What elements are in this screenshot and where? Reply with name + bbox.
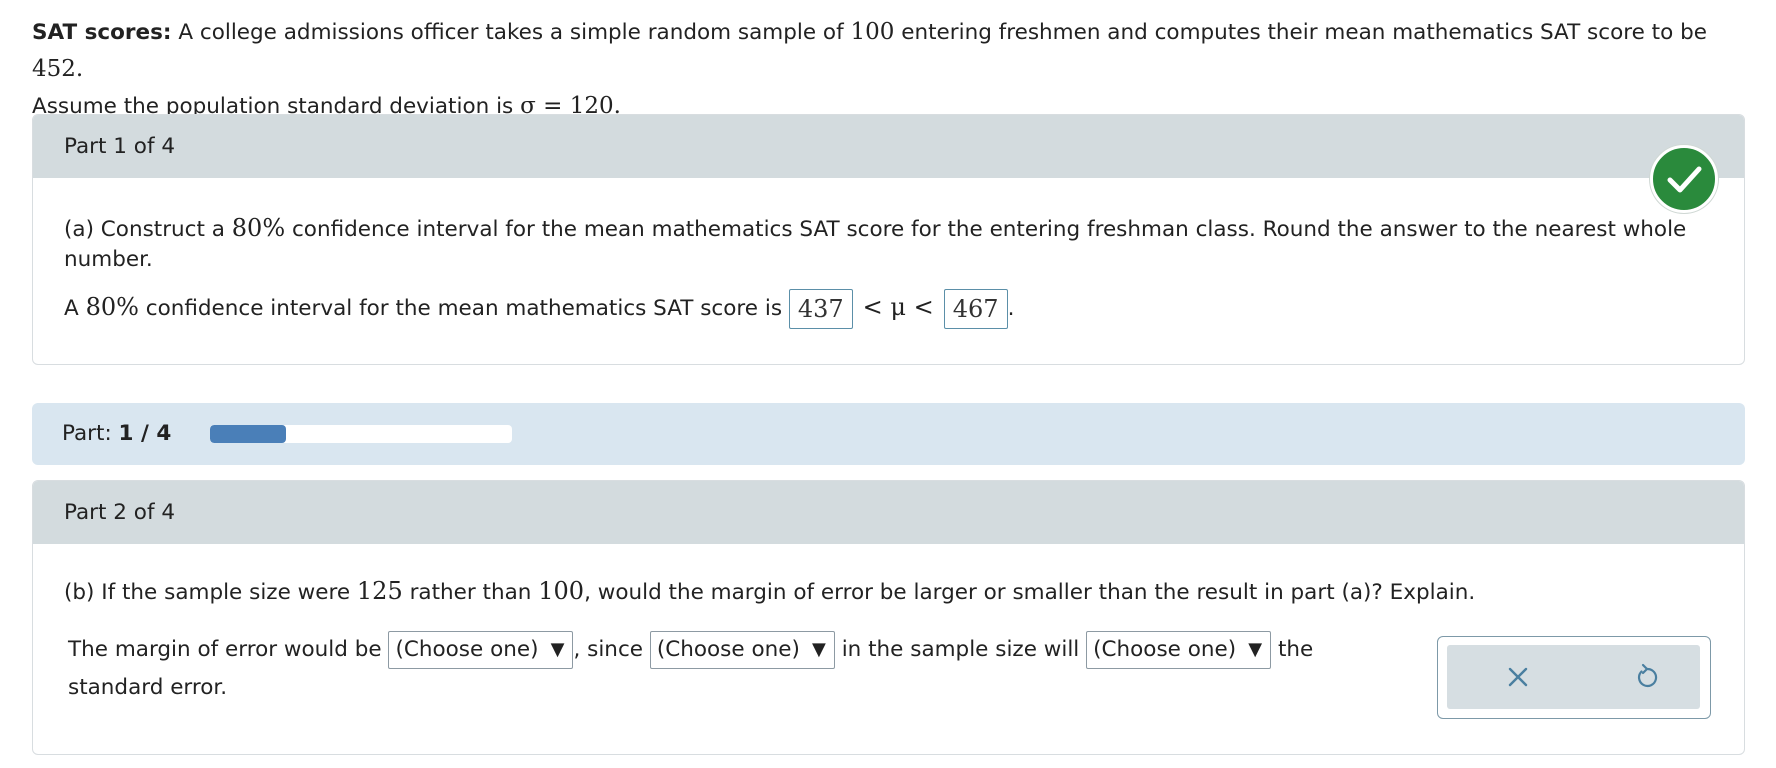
margin-select[interactable]: (Choose one) ▼ xyxy=(388,631,574,669)
intro-text-2: entering freshmen and computes their mea… xyxy=(901,20,1707,45)
chevron-down-icon: ▼ xyxy=(550,639,565,660)
lower-bound-answer[interactable]: 437 xyxy=(788,289,853,329)
sample-size: 100 xyxy=(850,19,895,45)
progress-fill xyxy=(210,425,286,443)
part1-answer-line: A 80% confidence interval for the mean m… xyxy=(64,287,1704,329)
part2-question: (b) If the sample size were 125 rather t… xyxy=(64,577,1476,605)
undo-icon[interactable] xyxy=(1629,659,1665,695)
problem-intro: SAT scores: A college admissions officer… xyxy=(32,19,1707,119)
check-icon xyxy=(1650,145,1718,213)
chevron-down-icon: ▼ xyxy=(1248,639,1263,660)
problem-title: SAT scores: xyxy=(32,20,172,45)
part1-header: Part 1 of 4 xyxy=(33,115,1744,178)
close-icon[interactable] xyxy=(1500,659,1536,695)
effect-select[interactable]: (Choose one) ▼ xyxy=(1086,631,1272,669)
part2-answer-sentence: The margin of error would be (Choose one… xyxy=(68,631,1438,707)
part1-card: Part 1 of 4 (a) Construct a 80% confiden… xyxy=(32,114,1745,365)
progress-value: 1 / 4 xyxy=(118,421,172,446)
chevron-down-icon: ▼ xyxy=(812,639,826,660)
sample-mean: 452 xyxy=(32,56,76,82)
part-progress: Part: 1 / 4 xyxy=(32,403,1745,465)
part1-question: (a) Construct a 80% confidence interval … xyxy=(64,214,1687,272)
upper-bound-answer[interactable]: 467 xyxy=(943,289,1008,329)
answer-toolbox xyxy=(1437,636,1711,719)
progress-label: Part: xyxy=(62,421,112,446)
change-select[interactable]: (Choose one) ▼ xyxy=(649,631,835,669)
mu-inequality: < μ < xyxy=(862,293,934,321)
progress-track xyxy=(210,425,512,443)
intro-text-1: A college admissions officer takes a sim… xyxy=(178,20,844,45)
part2-header: Part 2 of 4 xyxy=(33,481,1744,544)
